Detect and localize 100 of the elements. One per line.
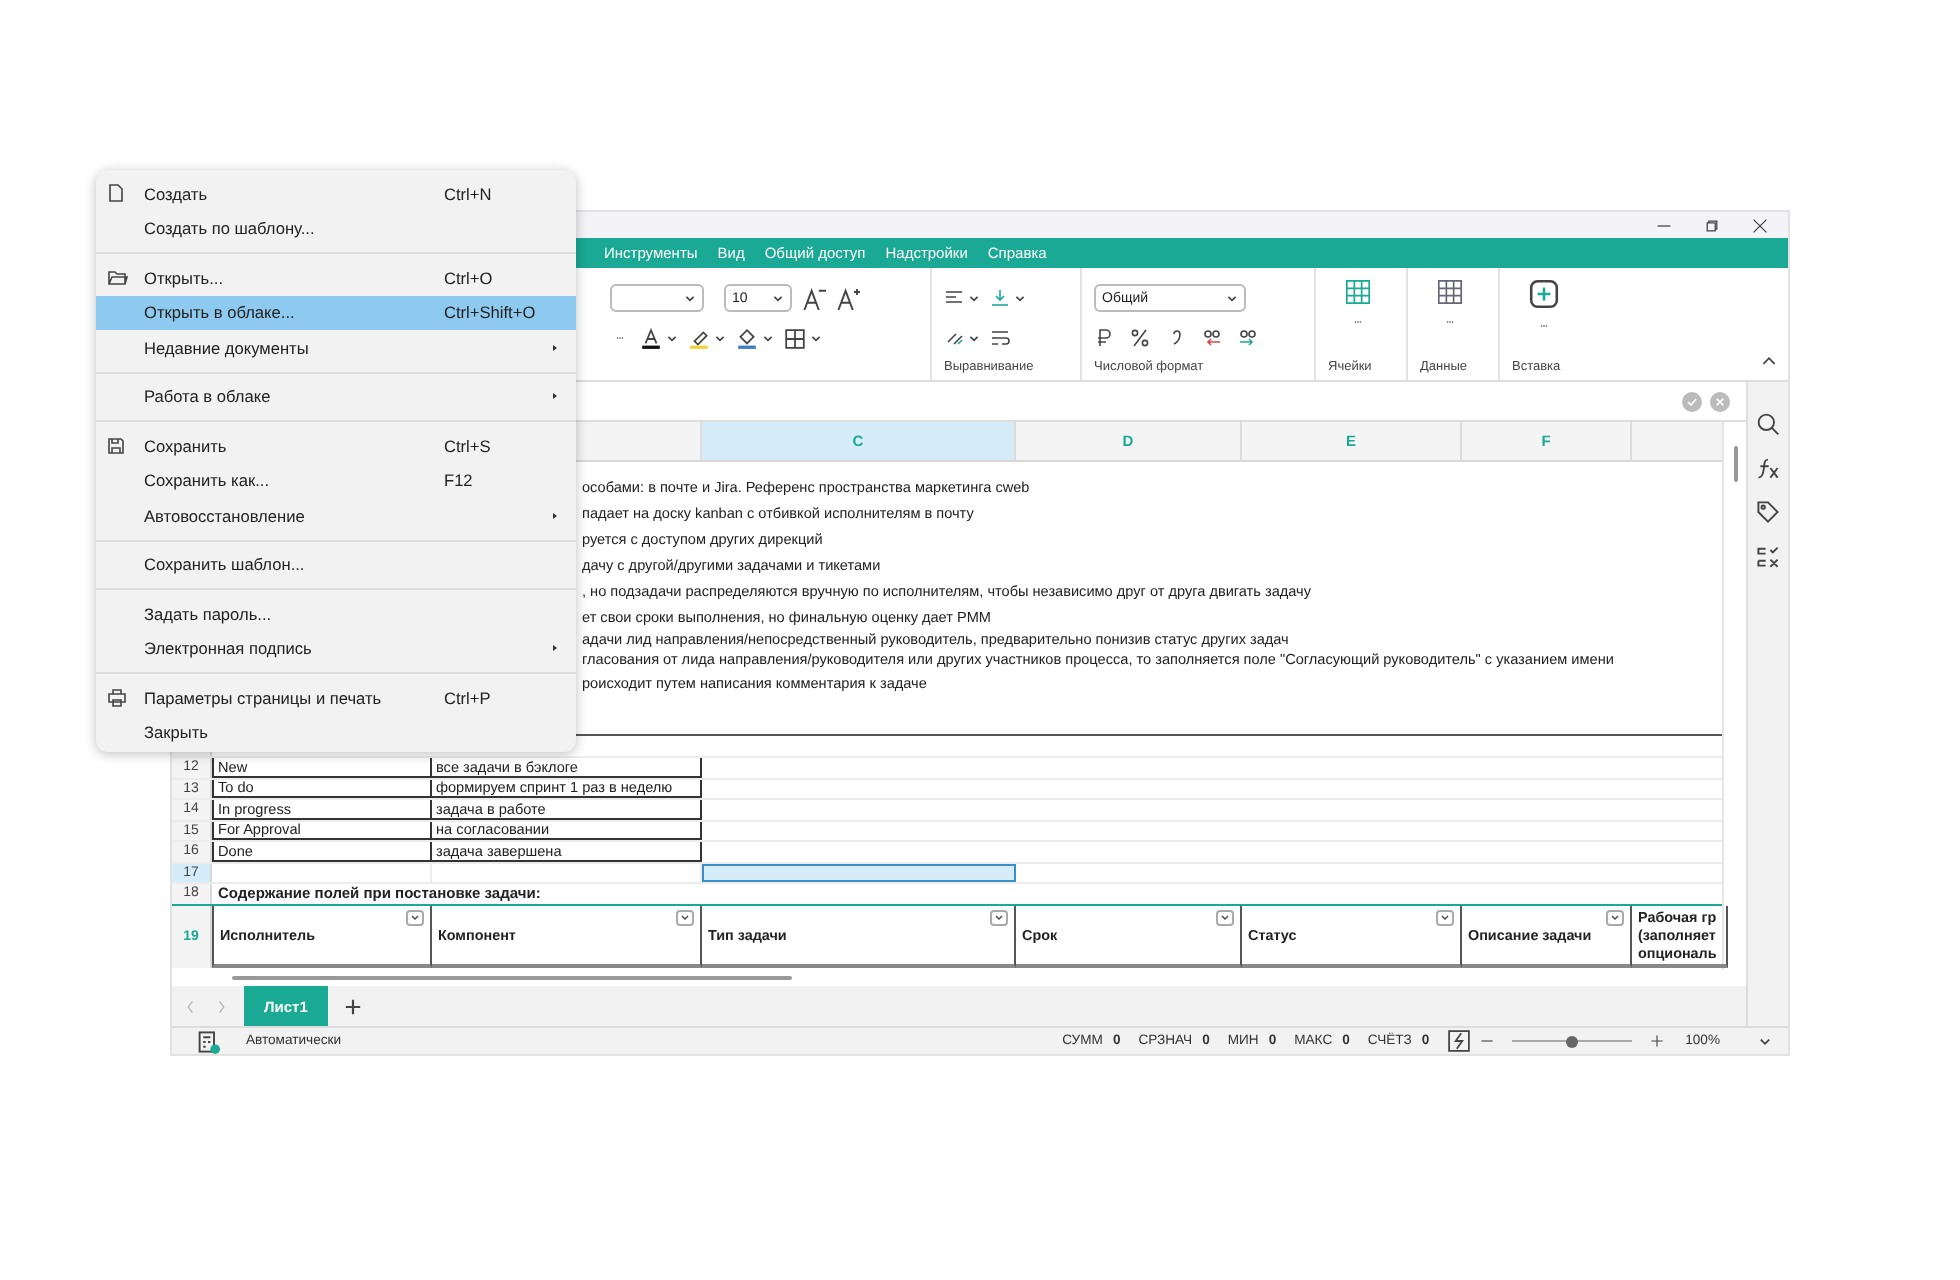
filter-button[interactable] [1216, 909, 1234, 925]
submenu-arrow-icon [550, 642, 560, 655]
borders-button[interactable] [784, 327, 822, 349]
plus-icon [1649, 1034, 1664, 1048]
function-button[interactable] [1756, 456, 1780, 480]
align-left-icon [944, 288, 964, 308]
menu-item[interactable]: Создать Ctrl+N [96, 176, 576, 211]
wrap-text-icon [990, 328, 1010, 348]
menu-item[interactable]: Открыть в облаке... Ctrl+Shift+O [96, 295, 576, 330]
paint-bucket-icon [736, 327, 758, 349]
document-icon [106, 182, 126, 205]
search-button[interactable] [1756, 412, 1780, 436]
currency-icon [1094, 328, 1114, 348]
chevron-right-icon [214, 999, 228, 1013]
filter-button[interactable] [990, 909, 1008, 925]
highlight-button[interactable] [688, 327, 726, 349]
font-color-button[interactable] [640, 327, 678, 349]
caret-icon [1014, 292, 1026, 304]
save-icon [106, 435, 126, 456]
menu-item[interactable]: Автовосстановление [96, 498, 576, 533]
increase-font-icon [836, 286, 860, 310]
menu-item[interactable]: Сохранить шаблон... [96, 547, 576, 582]
menu-item[interactable]: Открыть... Ctrl+O [96, 260, 576, 295]
menu-item[interactable]: Создать по шаблону... [96, 211, 576, 246]
scrollbar-thumb[interactable] [232, 976, 792, 980]
fill-color-button[interactable] [736, 327, 774, 349]
caret-icon [1226, 292, 1238, 304]
caret-icon [762, 332, 774, 344]
close-icon [1752, 217, 1768, 233]
menu-item[interactable]: Закрыть [96, 715, 576, 750]
function-icon [1756, 456, 1780, 480]
flash-button[interactable] [1447, 1030, 1470, 1052]
filter-button[interactable] [406, 909, 424, 925]
align-bottom-icon [990, 288, 1010, 308]
restore-icon [1704, 217, 1720, 233]
menu-item[interactable]: Параметры страницы и печать Ctrl+P [96, 680, 576, 715]
caret-icon [684, 292, 696, 304]
caret-icon [994, 912, 1004, 922]
filter-button[interactable] [1436, 909, 1454, 925]
chevron-left-icon [184, 999, 198, 1013]
caret-icon [810, 332, 822, 344]
caret-icon [968, 292, 980, 304]
text-rotation-button[interactable] [944, 328, 980, 348]
lightning-icon [1447, 1030, 1470, 1052]
folder-icon [106, 267, 128, 288]
caret-icon [680, 912, 690, 922]
filter-button[interactable] [676, 909, 694, 925]
zoom-in-button[interactable] [1649, 1034, 1664, 1048]
decrease-decimal-button[interactable] [1202, 328, 1222, 348]
collapse-ribbon-button[interactable] [1762, 354, 1776, 368]
menu-item[interactable]: Электронная подпись [96, 631, 576, 666]
decrease-font-icon [802, 286, 826, 310]
table-icon [1344, 278, 1372, 306]
caret-icon [1220, 912, 1230, 922]
percent-button[interactable] [1130, 328, 1150, 348]
caret-icon [714, 332, 726, 344]
decrease-decimal-icon [1202, 328, 1222, 348]
tag-button[interactable] [1756, 500, 1780, 524]
vertical-align-button[interactable] [990, 288, 1026, 308]
checklist-icon [1756, 544, 1780, 568]
submenu-arrow-icon [550, 390, 560, 403]
highlighter-icon [688, 327, 710, 349]
align-button[interactable] [944, 288, 980, 308]
menu-item[interactable]: Сохранить Ctrl+S [96, 428, 576, 463]
plus-icon [343, 997, 362, 1015]
menu-item[interactable]: Сохранить как... F12 [96, 463, 576, 498]
tag-icon [1756, 500, 1780, 524]
zoom-out-button[interactable] [1479, 1034, 1494, 1048]
table-icon [1436, 278, 1464, 306]
menu-item[interactable]: Работа в облаке [96, 379, 576, 414]
search-icon [1756, 412, 1780, 436]
submenu-arrow-icon [550, 509, 560, 522]
font-color-icon [640, 327, 662, 349]
caret-icon [410, 912, 420, 922]
filter-button[interactable] [1606, 909, 1624, 925]
increase-decimal-button[interactable] [1238, 328, 1258, 348]
wrap-text-button[interactable] [990, 328, 1010, 348]
menu-item[interactable]: Задать пароль... [96, 596, 576, 631]
currency-button[interactable] [1094, 328, 1114, 348]
caret-icon [666, 332, 678, 344]
zoom-slider-thumb[interactable] [1565, 1035, 1578, 1047]
caret-icon [1610, 912, 1620, 922]
chevron-up-icon [1762, 354, 1776, 368]
caret-icon [1440, 912, 1450, 922]
close-button[interactable] [1748, 214, 1772, 236]
menu-item[interactable]: Недавние документы [96, 330, 576, 365]
check-icon [1682, 391, 1702, 411]
increase-decimal-icon [1238, 328, 1258, 348]
borders-icon [784, 327, 806, 349]
percent-icon [1130, 328, 1150, 348]
calculator-icon [196, 1029, 220, 1053]
scrollbar-thumb[interactable] [1733, 446, 1737, 482]
caret-icon [1758, 1034, 1772, 1048]
printer-icon [106, 687, 128, 708]
checklist-button[interactable] [1756, 544, 1780, 568]
add-sheet-button[interactable] [343, 997, 362, 1015]
cancel-icon [1710, 391, 1730, 411]
rotate-text-icon [944, 328, 964, 348]
minus-icon [1479, 1034, 1494, 1048]
caret-icon [968, 332, 980, 344]
